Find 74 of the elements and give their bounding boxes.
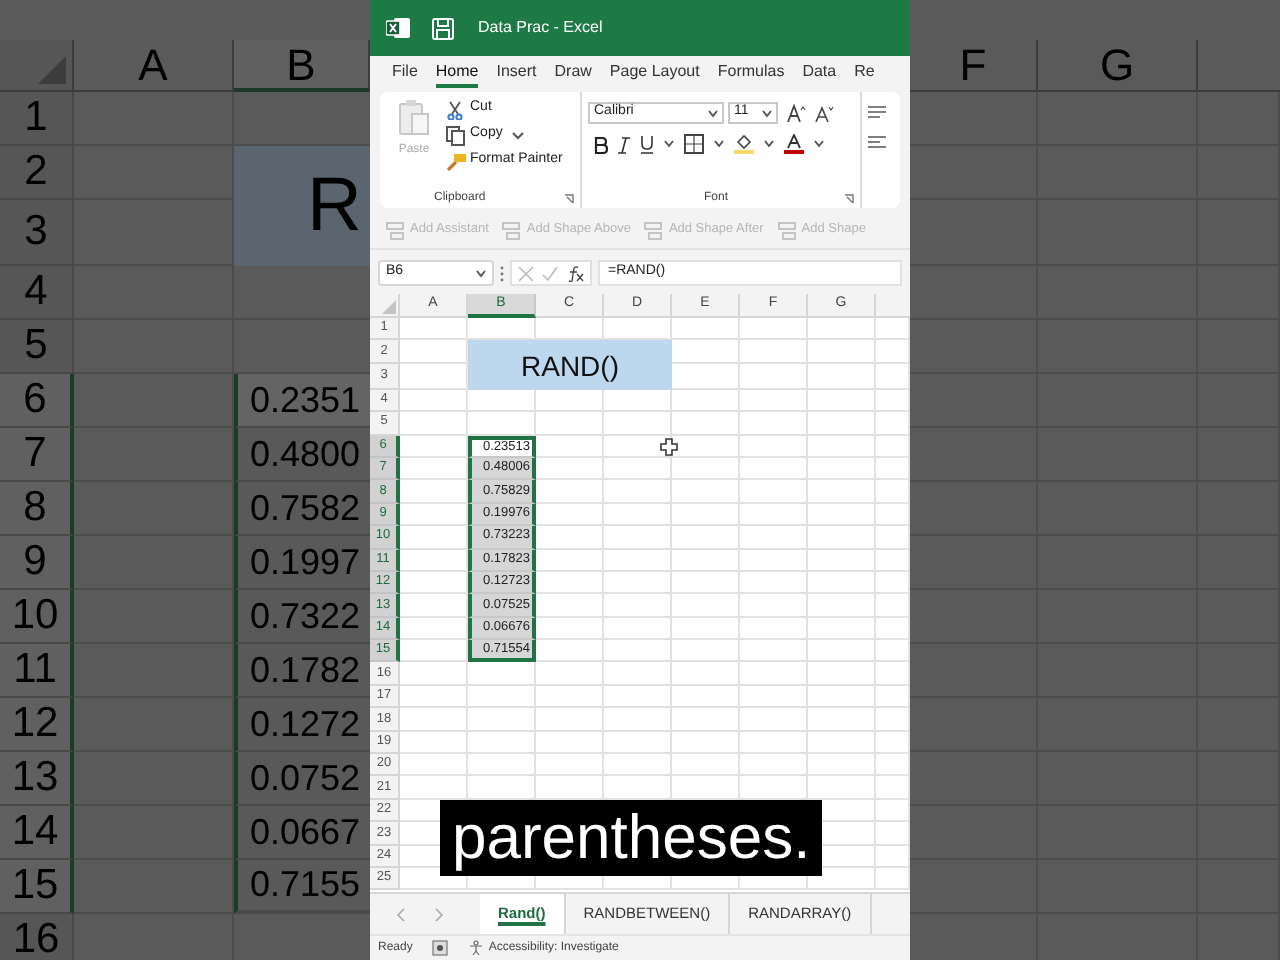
ribbon-tab[interactable]: Page Layout — [609, 62, 700, 84]
cell[interactable] — [910, 320, 1038, 374]
chevron-left-icon[interactable] — [396, 907, 406, 921]
caret-icon — [762, 109, 772, 117]
shrink-font-icon[interactable] — [814, 104, 834, 122]
cell[interactable] — [1198, 92, 1280, 146]
cross-cursor-icon — [660, 438, 678, 456]
clipboard-icon — [398, 98, 430, 136]
select-all-icon — [38, 56, 66, 84]
window-title: Data Prac - Excel — [478, 16, 603, 40]
title-cell: RAND() — [468, 340, 672, 390]
cell[interactable] — [910, 536, 1038, 590]
caret-icon — [714, 140, 724, 148]
accessibility-icon — [468, 940, 485, 956]
org-chart-icon — [644, 221, 663, 239]
font-color-icon[interactable] — [784, 134, 804, 154]
borders-icon[interactable] — [684, 134, 704, 154]
cell[interactable] — [910, 266, 1038, 320]
excel-logo-icon — [386, 16, 410, 40]
align-left-icon[interactable] — [868, 136, 888, 148]
align-top-icon[interactable] — [868, 106, 888, 118]
dialog-launcher-icon[interactable] — [844, 193, 854, 203]
cell[interactable] — [910, 146, 1038, 200]
cell[interactable] — [910, 200, 1038, 266]
scissors-icon — [446, 99, 466, 119]
cell[interactable] — [910, 482, 1038, 536]
cell[interactable] — [910, 428, 1038, 482]
copy-icon — [446, 125, 466, 145]
cell[interactable]: 0.2351 — [234, 374, 370, 428]
ribbon-tab[interactable]: Re — [854, 62, 875, 84]
ribbon-tab[interactable]: Formulas — [717, 62, 785, 84]
subtitle-toast: parentheses. — [440, 800, 823, 876]
underline-icon[interactable] — [640, 134, 654, 154]
cell[interactable] — [910, 590, 1038, 644]
cancel-icon[interactable] — [518, 265, 534, 281]
org-chart-icon — [777, 221, 796, 239]
save-icon[interactable] — [432, 17, 454, 39]
caret-icon — [764, 140, 774, 148]
ribbon-tab[interactable]: File — [392, 62, 418, 84]
cell[interactable] — [1038, 92, 1198, 146]
cell[interactable] — [74, 200, 234, 266]
ribbon-tab[interactable]: Insert — [496, 62, 537, 84]
ribbon-tab[interactable]: Draw — [554, 62, 592, 84]
caret-icon — [476, 269, 486, 277]
caret-icon — [512, 131, 525, 139]
cell[interactable] — [910, 698, 1038, 752]
title-text: R — [307, 168, 362, 244]
caret-icon — [664, 140, 674, 148]
cell[interactable] — [910, 860, 1038, 914]
paintbrush-icon — [446, 151, 466, 171]
cell[interactable] — [910, 374, 1038, 428]
select-all-icon — [382, 300, 396, 314]
function-icon[interactable] — [566, 265, 584, 281]
grow-font-icon[interactable] — [786, 104, 806, 122]
bold-icon[interactable] — [594, 135, 608, 153]
enter-icon[interactable] — [542, 265, 558, 281]
cell[interactable] — [74, 92, 234, 146]
cell[interactable] — [910, 92, 1038, 146]
caret-icon — [814, 140, 824, 148]
cell[interactable] — [74, 320, 234, 374]
cell[interactable] — [910, 806, 1038, 860]
cell[interactable] — [74, 266, 234, 320]
ribbon-tab[interactable]: Data — [802, 62, 837, 84]
dialog-launcher-icon[interactable] — [564, 193, 574, 203]
fill-color-icon[interactable] — [734, 134, 754, 154]
caret-icon — [708, 109, 718, 117]
org-chart-icon — [386, 221, 404, 239]
macro-record-icon[interactable] — [432, 940, 449, 956]
ribbon-tab[interactable]: Home — [435, 58, 479, 88]
org-chart-icon — [502, 221, 521, 239]
italic-icon[interactable] — [618, 135, 630, 153]
cell[interactable] — [910, 644, 1038, 698]
chevron-right-icon[interactable] — [434, 907, 444, 921]
cell[interactable] — [910, 752, 1038, 806]
